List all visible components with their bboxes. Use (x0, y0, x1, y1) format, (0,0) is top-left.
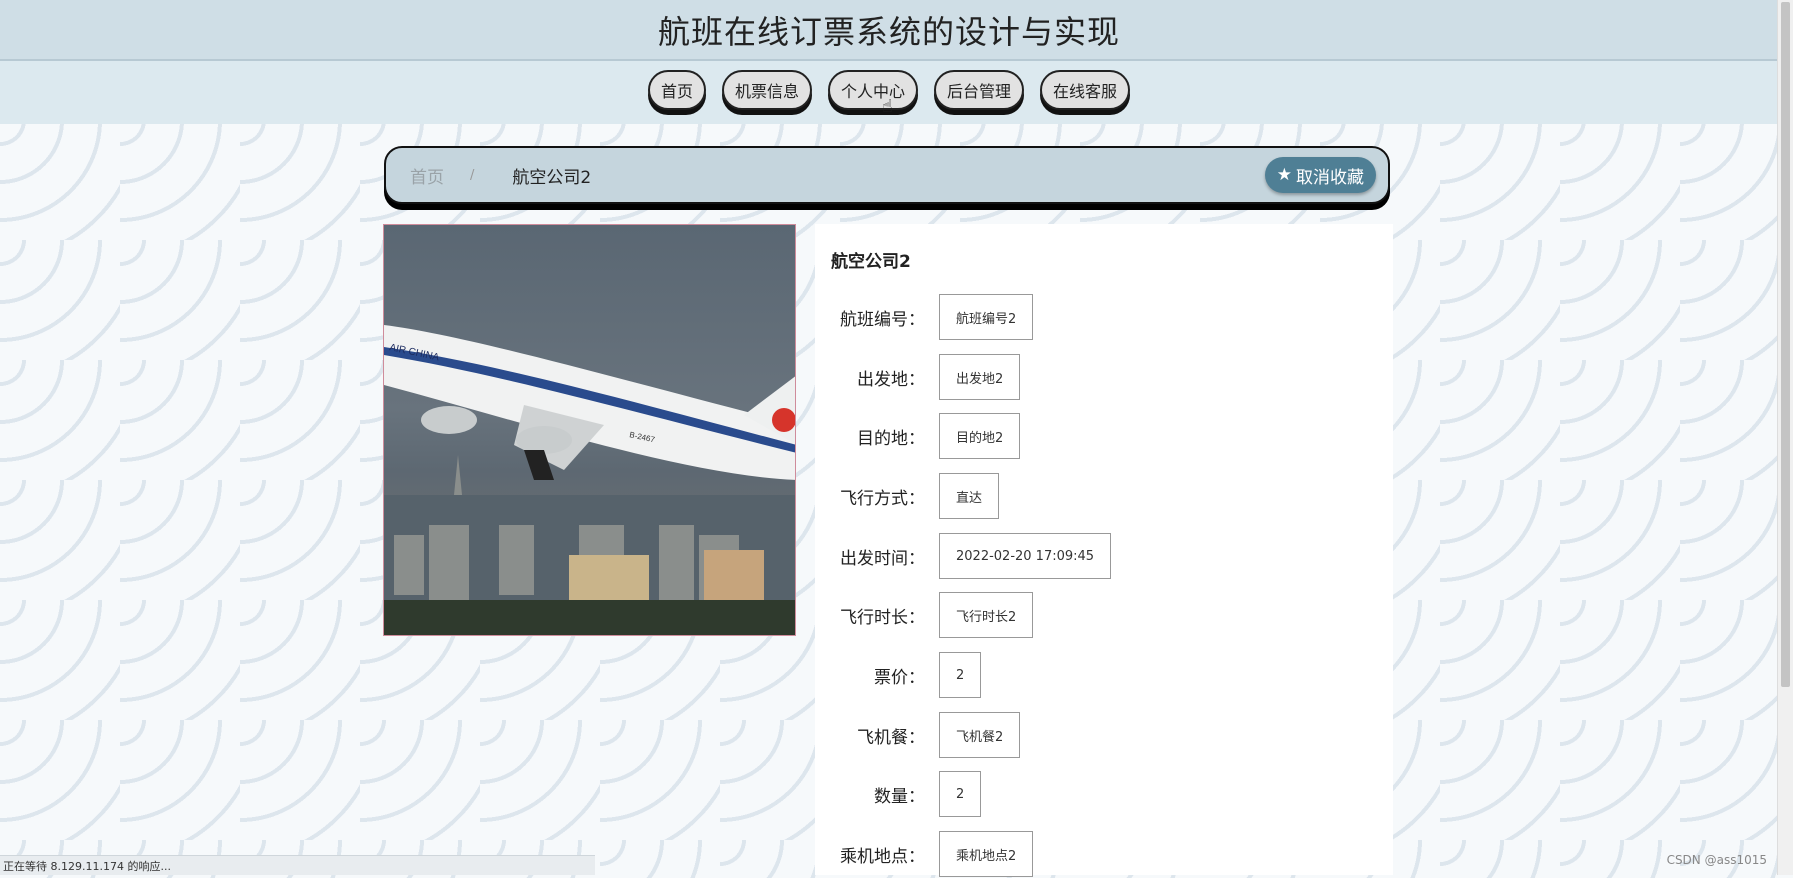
nav-ticket-info[interactable]: 机票信息 (721, 70, 812, 110)
field-departure-time: 出发时间： 2022-02-20 17:09:45 (815, 532, 1375, 580)
nav-personal-center[interactable]: 个人中心 (827, 70, 918, 110)
unfavorite-label: 取消收藏 (1296, 167, 1364, 188)
unfavorite-button[interactable]: ★ 取消收藏 (1264, 157, 1376, 193)
field-label: 飞行方式： (840, 488, 925, 509)
field-boarding-location: 乘机地点： 乘机地点2 (815, 830, 1375, 878)
site-header: 航班在线订票系统的设计与实现 (0, 0, 1778, 61)
field-value: 2022-02-20 17:09:45 (939, 533, 1112, 579)
field-label: 飞行时长： (840, 607, 925, 628)
field-value: 直达 (939, 473, 1000, 519)
field-label: 航班编号： (840, 309, 925, 330)
breadcrumb-separator: / (470, 167, 475, 183)
breadcrumb-current: 航空公司2 (512, 167, 592, 188)
airline-name: 航空公司2 (831, 252, 911, 272)
field-value: 航班编号2 (939, 294, 1034, 340)
field-departure: 出发地： 出发地2 (815, 353, 1375, 401)
field-meal: 飞机餐： 飞机餐2 (815, 711, 1375, 759)
watermark: CSDN @ass1015 (1666, 853, 1767, 867)
field-value: 2 (939, 652, 982, 698)
flight-detail-panel: 航空公司2 航班编号： 航班编号2 出发地： 出发地2 目的地： 目的地2 飞行… (815, 224, 1393, 878)
field-label: 出发地： (857, 369, 925, 390)
field-label: 目的地： (857, 428, 925, 449)
field-flight-duration: 飞行时长： 飞行时长2 (815, 591, 1375, 639)
field-label: 数量： (874, 786, 925, 807)
field-destination: 目的地： 目的地2 (815, 412, 1375, 460)
field-flight-type: 飞行方式： 直达 (815, 472, 1375, 520)
field-label: 出发时间： (840, 548, 925, 569)
hand-cursor-icon: ☝ (882, 96, 893, 117)
flight-photo: AIR CHINA B-2467 (383, 224, 796, 636)
field-quantity: 数量： 2 (815, 770, 1375, 818)
field-label: 乘机地点： (840, 846, 925, 867)
nav-customer-service[interactable]: 在线客服 (1040, 70, 1131, 110)
nav-admin[interactable]: 后台管理 (934, 70, 1025, 110)
breadcrumb-home-link[interactable]: 首页 (410, 163, 444, 188)
field-value: 飞机餐2 (939, 712, 1021, 758)
field-value: 乘机地点2 (939, 831, 1034, 877)
site-title: 航班在线订票系统的设计与实现 (657, 12, 1120, 51)
field-value: 2 (939, 771, 982, 817)
scrollbar-thumb[interactable] (1781, 2, 1790, 687)
airplane-image: AIR CHINA B-2467 (384, 325, 795, 635)
field-price: 票价： 2 (815, 651, 1375, 699)
field-label: 飞机餐： (857, 727, 925, 748)
field-label: 票价： (874, 667, 925, 688)
vertical-scrollbar[interactable] (1777, 0, 1793, 875)
breadcrumb: 首页 / 航空公司2 ★ 取消收藏 (384, 146, 1390, 204)
field-value: 飞行时长2 (939, 592, 1034, 638)
nav-home[interactable]: 首页 (647, 70, 706, 110)
field-flight-number: 航班编号： 航班编号2 (815, 293, 1375, 341)
browser-status-bar: 正在等待 8.129.11.174 的响应... (0, 855, 595, 875)
star-icon: ★ (1276, 165, 1292, 185)
field-value: 目的地2 (939, 413, 1021, 459)
field-value: 出发地2 (939, 354, 1021, 400)
